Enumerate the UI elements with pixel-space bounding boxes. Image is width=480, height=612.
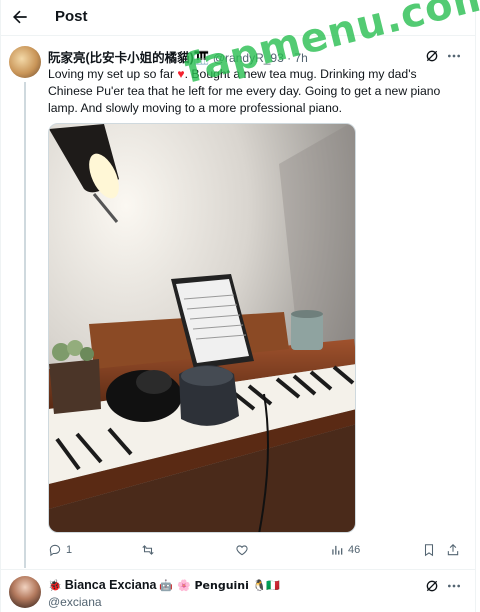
- share-icon: [447, 544, 459, 556]
- repost-icon: [142, 545, 154, 555]
- reply-author-name-row[interactable]: 🐞 Bianca Exciana 🤖 🌸 Penguini 🐧🇮🇹: [48, 578, 280, 592]
- photo-scene: [49, 124, 355, 532]
- page-title: Post: [55, 8, 88, 25]
- header-divider: [0, 35, 476, 36]
- meta-separator: ·: [283, 51, 295, 65]
- header-bar: Post: [0, 0, 476, 34]
- views-count: 46: [348, 544, 361, 556]
- more-options-icon[interactable]: [446, 578, 462, 594]
- bug-emoji-icon: 🐞: [48, 578, 62, 592]
- share-button[interactable]: [446, 540, 460, 560]
- reply-button[interactable]: 1: [48, 540, 72, 560]
- reply-count: 1: [66, 544, 73, 556]
- reply-name-emojis: 🤖 🌸 Penguini 🐧🇮🇹: [159, 578, 281, 592]
- tweet-photo[interactable]: [48, 123, 356, 533]
- grok-icon[interactable]: [424, 578, 440, 594]
- heart-emoji-icon: ♥: [177, 67, 185, 81]
- author-handle[interactable]: @randyR_93: [213, 51, 284, 65]
- succulent-plant: [49, 340, 101, 414]
- reply-icon: [49, 544, 61, 557]
- like-heart-icon: [236, 545, 248, 556]
- views-bar-chart-icon: [332, 545, 343, 555]
- more-options-icon[interactable]: [446, 48, 462, 64]
- reply-author-handle[interactable]: @exciana: [48, 595, 102, 609]
- tweet-text: Loving my set up so far ♥. Bought a new …: [48, 66, 458, 117]
- author-name[interactable]: 阮家亮(比安卡小姐的橘貓)🎹: [48, 51, 209, 65]
- tweet-actions: 1 46: [48, 540, 468, 560]
- grok-icon[interactable]: [424, 48, 440, 64]
- reply-author-name[interactable]: Bianca Exciana: [65, 578, 157, 592]
- tweet-header: 阮家亮(比安卡小姐的橘貓)🎹 @randyR_93 · 7h: [48, 47, 468, 65]
- headphones: [106, 370, 182, 422]
- speaker: [179, 365, 239, 426]
- tweet-text-part1: Loving my set up so far: [48, 67, 178, 81]
- post-time[interactable]: 7h: [294, 51, 307, 65]
- bookmark-button[interactable]: [422, 540, 436, 560]
- views-button[interactable]: 46: [330, 540, 360, 560]
- back-arrow-icon[interactable]: [10, 7, 30, 27]
- author-avatar[interactable]: [9, 46, 41, 78]
- reply-author-avatar[interactable]: [9, 576, 41, 608]
- bookmark-icon: [424, 544, 434, 557]
- repost-button[interactable]: [141, 540, 159, 560]
- reply-divider: [0, 569, 476, 570]
- thread-line: [24, 82, 26, 568]
- like-button[interactable]: [235, 540, 253, 560]
- tea-mug: [291, 310, 323, 350]
